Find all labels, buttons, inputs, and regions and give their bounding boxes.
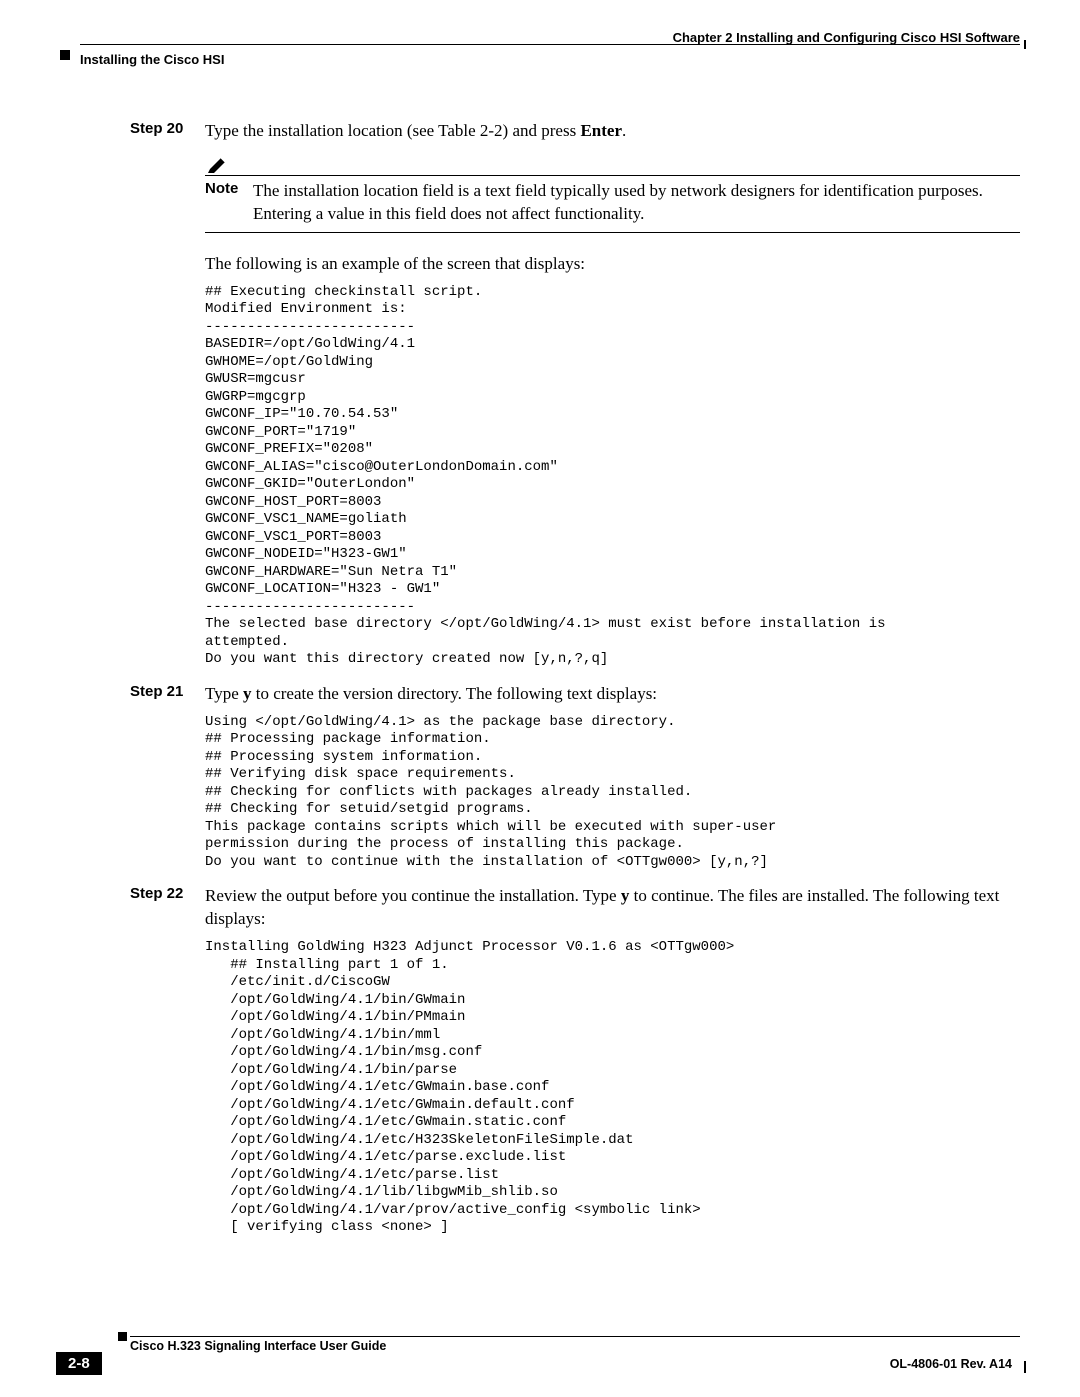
- step-20-text-pre: Type the installation location (see Tabl…: [205, 121, 580, 140]
- example-intro-paragraph: The following is an example of the scree…: [205, 253, 1020, 276]
- document-page: Chapter 2 Installing and Configuring Cis…: [0, 0, 1080, 1397]
- step-22-text-pre: Review the output before you continue th…: [205, 886, 621, 905]
- step-21-body: Type y to create the version directory. …: [205, 683, 1020, 706]
- header-tick-icon: [1024, 40, 1026, 49]
- step-20-text-post: .: [622, 121, 626, 140]
- step-21-text-bold: y: [243, 684, 252, 703]
- code-block-3: Installing GoldWing H323 Adjunct Process…: [205, 939, 1020, 1237]
- footer-tick-icon: [1024, 1361, 1026, 1373]
- step-22-body: Review the output before you continue th…: [205, 885, 1020, 931]
- step-20-row: Step 20 Type the installation location (…: [130, 120, 1020, 143]
- step-20-label: Step 20: [130, 120, 205, 143]
- header-section: Installing the Cisco HSI: [80, 52, 224, 67]
- step-21-row: Step 21 Type y to create the version dir…: [130, 683, 1020, 706]
- header-rule: [80, 44, 1020, 45]
- step-21-text-post: to create the version directory. The fol…: [252, 684, 658, 703]
- note-label: Note: [205, 180, 253, 226]
- code-block-1: ## Executing checkinstall script. Modifi…: [205, 284, 1020, 669]
- footer-rule: [130, 1336, 1020, 1337]
- footer-square-icon: [118, 1332, 127, 1341]
- code-block-2: Using </opt/GoldWing/4.1> as the package…: [205, 714, 1020, 872]
- footer-title: Cisco H.323 Signaling Interface User Gui…: [130, 1339, 386, 1353]
- step-21-label: Step 21: [130, 683, 205, 706]
- pencil-icon: [207, 155, 231, 173]
- step-22-label: Step 22: [130, 885, 205, 931]
- header-square-icon: [60, 50, 70, 60]
- step-20-text-bold: Enter: [580, 121, 622, 140]
- note-text: The installation location field is a tex…: [253, 180, 1020, 226]
- header-chapter: Chapter 2 Installing and Configuring Cis…: [673, 30, 1020, 45]
- footer-page-number: 2-8: [56, 1352, 102, 1375]
- note-block: Note The installation location field is …: [205, 155, 1020, 233]
- step-22-row: Step 22 Review the output before you con…: [130, 885, 1020, 931]
- content-area: Step 20 Type the installation location (…: [130, 120, 1020, 1251]
- step-21-text-pre: Type: [205, 684, 243, 703]
- footer-revision: OL-4806-01 Rev. A14: [890, 1357, 1012, 1371]
- step-20-body: Type the installation location (see Tabl…: [205, 120, 1020, 143]
